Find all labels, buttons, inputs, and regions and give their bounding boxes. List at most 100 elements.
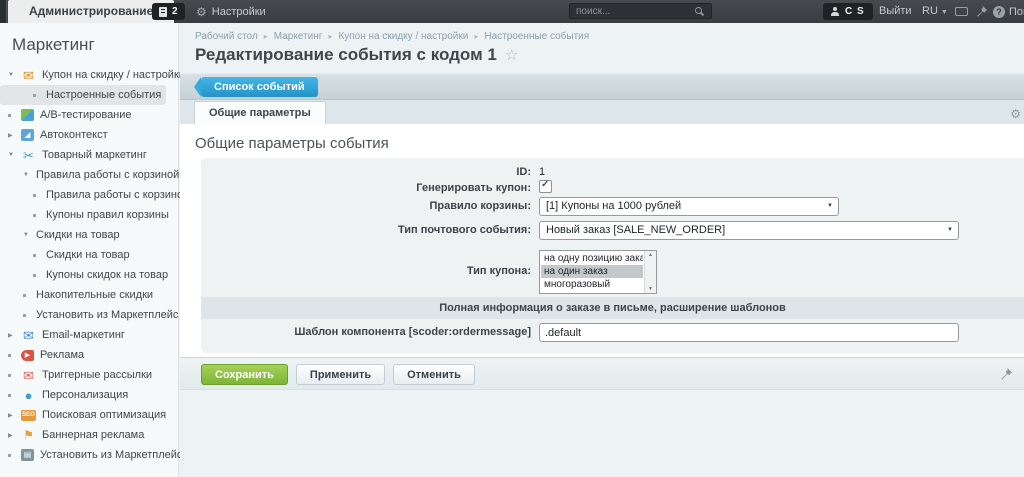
sidebar-item[interactable]: Триггерные рассылки xyxy=(0,365,166,385)
product-marketing-icon xyxy=(21,148,36,162)
section-band: Полная информация о заказе в письме, рас… xyxy=(201,297,1024,319)
sidebar-item[interactable]: ▶ Автоконтекст xyxy=(0,125,166,145)
coupon-icon xyxy=(21,68,36,82)
sidebar-item[interactable]: Накопительные скидки xyxy=(0,285,166,305)
sidebar-item-label: Настроенные события xyxy=(46,89,161,101)
sidebar-item[interactable]: Скидки на товар xyxy=(0,245,166,265)
sidebar-item[interactable]: Реклама xyxy=(0,345,166,365)
sidebar-item-label: Email-маркетинг xyxy=(42,329,125,341)
sidebar-item-label: Правила работы с корзиной xyxy=(36,169,179,181)
sidebar-item[interactable]: Купоны скидок на товар xyxy=(0,265,166,285)
component-template-input[interactable] xyxy=(539,323,959,342)
coupon-type-option[interactable]: на один заказ xyxy=(541,265,643,278)
sidebar-title: Маркетинг xyxy=(12,35,178,55)
sidebar-item[interactable]: ▶Баннерная реклама xyxy=(0,425,166,445)
sidebar-item[interactable]: ▼Правила работы с корзиной xyxy=(0,165,166,185)
collapse-arrow-icon[interactable]: ▶ xyxy=(8,412,21,419)
bullet-icon xyxy=(8,394,21,397)
search-input[interactable] xyxy=(570,4,711,18)
save-button[interactable]: Сохранить xyxy=(201,364,288,385)
collapse-arrow-icon[interactable]: ▶ xyxy=(8,432,21,439)
autocontext-icon xyxy=(21,129,34,141)
breadcrumb-item[interactable]: Рабочий стол xyxy=(195,31,258,42)
sidebar-item-label: Скидки на товар xyxy=(46,249,130,261)
scroll-down-icon[interactable]: ▼ xyxy=(648,285,653,293)
sidebar-item[interactable]: Персонализация xyxy=(0,385,166,405)
sidebar-item[interactable]: Купоны правил корзины xyxy=(0,205,166,225)
sidebar-item[interactable]: ▶Поисковая оптимизация xyxy=(0,405,166,425)
context-toolbar: Список событий xyxy=(180,73,1024,100)
sidebar-item[interactable]: ▶ Email-маркетинг xyxy=(0,325,166,345)
personalization-icon xyxy=(21,388,36,402)
sidebar-item[interactable]: A/B-тестирование xyxy=(0,105,166,125)
logout-link[interactable]: Выйти xyxy=(879,0,912,23)
basket-rule-select[interactable]: [1] Купоны на 1000 рублей ▼ xyxy=(539,197,839,216)
collapse-arrow-icon[interactable]: ▶ xyxy=(8,132,21,139)
cancel-button[interactable]: Отменить xyxy=(393,364,475,385)
gear-icon: ⚙ xyxy=(196,6,207,18)
sidebar-item[interactable]: Правила работы с корзиной xyxy=(0,185,166,205)
email-marketing-icon xyxy=(21,328,36,342)
tab-administration[interactable]: Администрирование xyxy=(8,0,174,23)
help-menu-item[interactable]: ? Помощь xyxy=(993,0,1024,23)
chevron-down-icon: ▼ xyxy=(827,203,833,209)
generate-coupon-label: Генерировать купон: xyxy=(201,182,531,194)
event-list-button[interactable]: Список событий xyxy=(201,77,318,97)
expand-arrow-icon[interactable]: ▼ xyxy=(8,72,21,78)
mail-event-value: Новый заказ [SALE_NEW_ORDER] xyxy=(546,224,725,236)
search-icon[interactable] xyxy=(695,7,702,14)
component-template-row: Шаблон компонента [scoder:ordermessage] xyxy=(201,326,1024,346)
apply-button[interactable]: Применить xyxy=(296,364,385,385)
sidebar-item[interactable]: Установить из Маркетплейс xyxy=(0,305,166,325)
messenger-icon[interactable] xyxy=(955,7,968,16)
bullet-icon xyxy=(8,354,21,357)
help-label: Помощь xyxy=(1009,6,1024,18)
bullet-icon xyxy=(33,254,46,257)
coupon-type-row: Тип купона: на одну позицию заказана оди… xyxy=(201,250,1024,294)
language-selector[interactable]: RU▼ xyxy=(922,0,948,23)
settings-menu-item[interactable]: ⚙ Настройки xyxy=(196,0,266,23)
expand-arrow-icon[interactable]: ▼ xyxy=(8,152,21,158)
coupon-type-listbox[interactable]: на одну позицию заказана один заказмного… xyxy=(539,250,657,294)
breadcrumb-item[interactable]: Купон на скидку / настройки xyxy=(338,31,468,42)
sidebar-item[interactable]: Установить из Маркетплейс xyxy=(0,445,166,465)
pin-icon[interactable] xyxy=(975,5,988,23)
site-tab-edge[interactable] xyxy=(0,0,7,23)
ads-icon xyxy=(21,350,34,361)
breadcrumb-item[interactable]: Настроенные события xyxy=(484,31,589,42)
tab-general-parameters[interactable]: Общие параметры xyxy=(194,101,326,124)
coupon-type-option[interactable]: многоразовый xyxy=(541,278,643,291)
favorite-star-icon[interactable]: ☆ xyxy=(505,47,518,64)
notification-counter[interactable]: 2 xyxy=(152,3,185,20)
sidebar-nav: ▼Купон на скидку / настройки Настроенные … xyxy=(0,65,178,465)
ab-test-icon xyxy=(21,109,34,121)
collapse-arrow-icon[interactable]: ▶ xyxy=(8,332,21,339)
counter-value: 2 xyxy=(172,6,178,17)
form-content: Общие параметры события ID: 1 Генерирова… xyxy=(180,124,1024,357)
listbox-scrollbar[interactable]: ▲ ▼ xyxy=(644,251,656,293)
bullet-icon xyxy=(23,314,36,317)
bullet-icon xyxy=(23,294,36,297)
sidebar-item[interactable]: Настроенные события xyxy=(0,85,166,105)
user-menu[interactable]: C S xyxy=(823,3,873,20)
mail-event-select[interactable]: Новый заказ [SALE_NEW_ORDER] ▼ xyxy=(539,221,959,240)
sidebar-item-label: Автоконтекст xyxy=(40,129,108,141)
coupon-type-option[interactable]: на одну позицию заказа xyxy=(541,252,643,265)
sidebar-item-label: Товарный маркетинг xyxy=(42,149,147,161)
breadcrumb-item[interactable]: Маркетинг xyxy=(274,31,323,42)
scroll-up-icon[interactable]: ▲ xyxy=(648,251,653,259)
sidebar-item-label: Купоны скидок на товар xyxy=(46,269,168,281)
sidebar-item[interactable]: ▼Купон на скидку / настройки xyxy=(0,65,166,85)
expand-arrow-icon[interactable]: ▼ xyxy=(23,232,36,238)
user-initials: C S xyxy=(845,6,865,17)
form-settings-icon[interactable]: ⚙ xyxy=(1010,107,1021,121)
seo-icon xyxy=(21,410,36,421)
pin-icon[interactable] xyxy=(999,367,1013,386)
expand-arrow-icon[interactable]: ▼ xyxy=(23,172,36,178)
mail-event-label: Тип почтового события: xyxy=(201,224,531,236)
search-box xyxy=(569,3,712,19)
sidebar-item[interactable]: ▼Скидки на товар xyxy=(0,225,166,245)
generate-coupon-checkbox[interactable] xyxy=(539,180,552,193)
sidebar-item[interactable]: ▼ Товарный маркетинг xyxy=(0,145,166,165)
id-label: ID: xyxy=(201,166,531,178)
